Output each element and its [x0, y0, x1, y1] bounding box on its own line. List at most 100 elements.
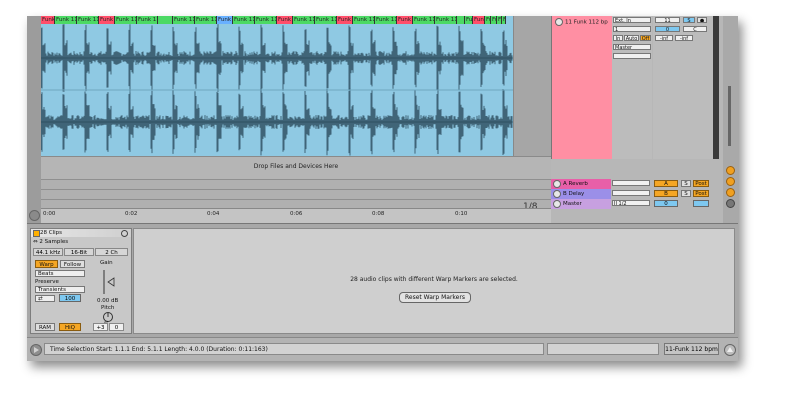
- return-a-name[interactable]: A Reverb: [551, 179, 611, 189]
- current-clip-tempo[interactable]: 11-Funk 112 bpm: [664, 343, 719, 355]
- clip-header[interactable]: Funk 11: [315, 16, 337, 24]
- return-a-solo[interactable]: S: [681, 180, 691, 187]
- reset-warp-markers-button[interactable]: Reset Warp Markers: [399, 292, 471, 303]
- orange-toggle-icon[interactable]: [726, 188, 735, 197]
- master-output-select[interactable]: II 1/2: [612, 200, 650, 206]
- return-b-io[interactable]: [612, 190, 650, 196]
- envelope-field[interactable]: 100: [59, 294, 81, 302]
- warp-message: 28 audio clips with different Warp Marke…: [350, 276, 518, 283]
- clip-header[interactable]: Funk 11: [55, 16, 77, 24]
- clip-header[interactable]: Funk 11: [337, 16, 353, 24]
- orange-toggle-icon[interactable]: [726, 166, 735, 175]
- output-select[interactable]: Master: [613, 44, 651, 50]
- clip-header[interactable]: Fu: [465, 16, 473, 24]
- clip-header[interactable]: Funk 11: [41, 16, 55, 24]
- return-fold-icon[interactable]: [553, 179, 561, 188]
- clip-header[interactable]: Funk: [473, 16, 485, 24]
- return-fold-icon[interactable]: [553, 189, 561, 198]
- clip-header[interactable]: Funk 11: [293, 16, 315, 24]
- channel-count: 2 Ch: [95, 248, 128, 256]
- up-arrow-icon: [727, 347, 733, 352]
- grey-toggle-icon[interactable]: [726, 199, 735, 208]
- sample-editor[interactable]: 28 audio clips with different Warp Marke…: [133, 228, 735, 334]
- clip-header[interactable]: Funk 11: [115, 16, 137, 24]
- return-track-a[interactable]: A Reverb A S Post: [551, 179, 723, 189]
- clip-header[interactable]: Funk 11: [353, 16, 375, 24]
- input-type-select[interactable]: Ext. In: [613, 17, 651, 23]
- clip-header[interactable]: Funk 11: [173, 16, 195, 24]
- return-b-name[interactable]: B Delay: [551, 189, 611, 199]
- samples-label: ⇔ 2 Samples: [33, 239, 69, 245]
- loop-mode-select[interactable]: ⇄: [35, 295, 55, 302]
- clip-header[interactable]: Funk 11: [435, 16, 457, 24]
- master-pan[interactable]: [693, 200, 709, 207]
- return-b-post[interactable]: Post: [693, 190, 709, 197]
- return-b-solo[interactable]: S: [681, 190, 691, 197]
- return-a-io[interactable]: [612, 180, 650, 186]
- ram-button[interactable]: RAM: [35, 323, 55, 331]
- right-scroll-panel[interactable]: [723, 16, 738, 223]
- monitor-off-button[interactable]: Off: [640, 35, 651, 41]
- clip-header[interactable]: Funk 11: [397, 16, 413, 24]
- track-title[interactable]: 11 Funk 112 bp: [555, 18, 608, 26]
- volume-field[interactable]: 0: [655, 26, 680, 32]
- master-track[interactable]: Master II 1/2 0: [551, 199, 723, 209]
- arm-button[interactable]: ●: [697, 17, 707, 23]
- ruler-tick: 0:10: [455, 211, 468, 217]
- output-channel-select[interactable]: [613, 53, 651, 59]
- clip-color-swatch[interactable]: [33, 230, 40, 237]
- audio-track-lane[interactable]: Funk 11Funk 11Funk 11Funk 11Funk 11Funk …: [41, 16, 513, 156]
- track-fold-icon[interactable]: [555, 18, 563, 26]
- pan-field[interactable]: C: [683, 26, 707, 32]
- clip-header[interactable]: Funk 11: [375, 16, 397, 24]
- clip-header[interactable]: Funk 11: [137, 16, 158, 24]
- clip-header[interactable]: Funk 11: [195, 16, 217, 24]
- gain-label: Gain: [100, 260, 113, 266]
- time-ruler[interactable]: 0:00 0:02 0:04 0:06 0:08 0:10: [41, 208, 551, 223]
- solo-button[interactable]: S: [683, 17, 695, 23]
- return-a-post[interactable]: Post: [693, 180, 709, 187]
- warp-mode-select[interactable]: Beats: [35, 270, 85, 277]
- detail-toggle-icon[interactable]: [724, 344, 736, 356]
- drop-zone[interactable]: Drop Files and Devices Here: [41, 156, 551, 179]
- return-b-button[interactable]: B: [654, 190, 678, 197]
- clip-header[interactable]: Funk 11: [233, 16, 255, 24]
- orange-toggle-icon[interactable]: [726, 177, 735, 186]
- clip-header[interactable]: Funk 11: [217, 16, 233, 24]
- clip-header[interactable]: Funk 11: [413, 16, 435, 24]
- vertical-scrollbar[interactable]: [728, 86, 731, 146]
- return-a-button[interactable]: A: [654, 180, 678, 187]
- transpose-field[interactable]: +3: [93, 323, 108, 331]
- left-gutter: [27, 16, 41, 223]
- clip-header[interactable]: Funk 11: [77, 16, 99, 24]
- master-label: Master: [563, 201, 582, 207]
- ruler-tick: 0:04: [207, 211, 220, 217]
- master-name[interactable]: Master: [551, 199, 611, 209]
- clip-header[interactable]: Funk 11: [99, 16, 115, 24]
- sample-rate: 44.1 kHz: [33, 248, 63, 256]
- info-toggle-icon[interactable]: [30, 344, 42, 356]
- clip-header[interactable]: Funk 11: [277, 16, 293, 24]
- preserve-select[interactable]: Transients: [35, 286, 85, 293]
- zoom-circle-icon[interactable]: [29, 210, 40, 221]
- pan-readout: -inf: [675, 35, 693, 41]
- track-header[interactable]: 11 Funk 112 bp: [551, 16, 612, 159]
- warp-button[interactable]: Warp: [35, 260, 58, 268]
- master-fold-icon[interactable]: [553, 199, 561, 208]
- clip-title-bar[interactable]: 28 Clips: [31, 229, 131, 237]
- save-clip-icon[interactable]: [121, 230, 128, 237]
- gain-slider-icon[interactable]: [101, 269, 115, 295]
- input-channel-select[interactable]: 1: [613, 26, 651, 32]
- master-volume[interactable]: 0: [654, 200, 678, 207]
- hiq-button[interactable]: HiQ: [59, 323, 81, 331]
- clip-header[interactable]: F: [502, 16, 506, 24]
- monitor-auto-button[interactable]: Auto: [624, 35, 639, 41]
- monitor-in-button[interactable]: In: [613, 35, 623, 41]
- follow-button[interactable]: Follow: [60, 260, 85, 268]
- empty-lane-area[interactable]: [513, 16, 552, 156]
- detune-field[interactable]: 0: [109, 323, 124, 331]
- return-track-b[interactable]: B Delay B S Post: [551, 189, 723, 199]
- clip-header[interactable]: [457, 16, 465, 24]
- clip-header[interactable]: Funk 11: [255, 16, 277, 24]
- clip-header[interactable]: [158, 16, 173, 24]
